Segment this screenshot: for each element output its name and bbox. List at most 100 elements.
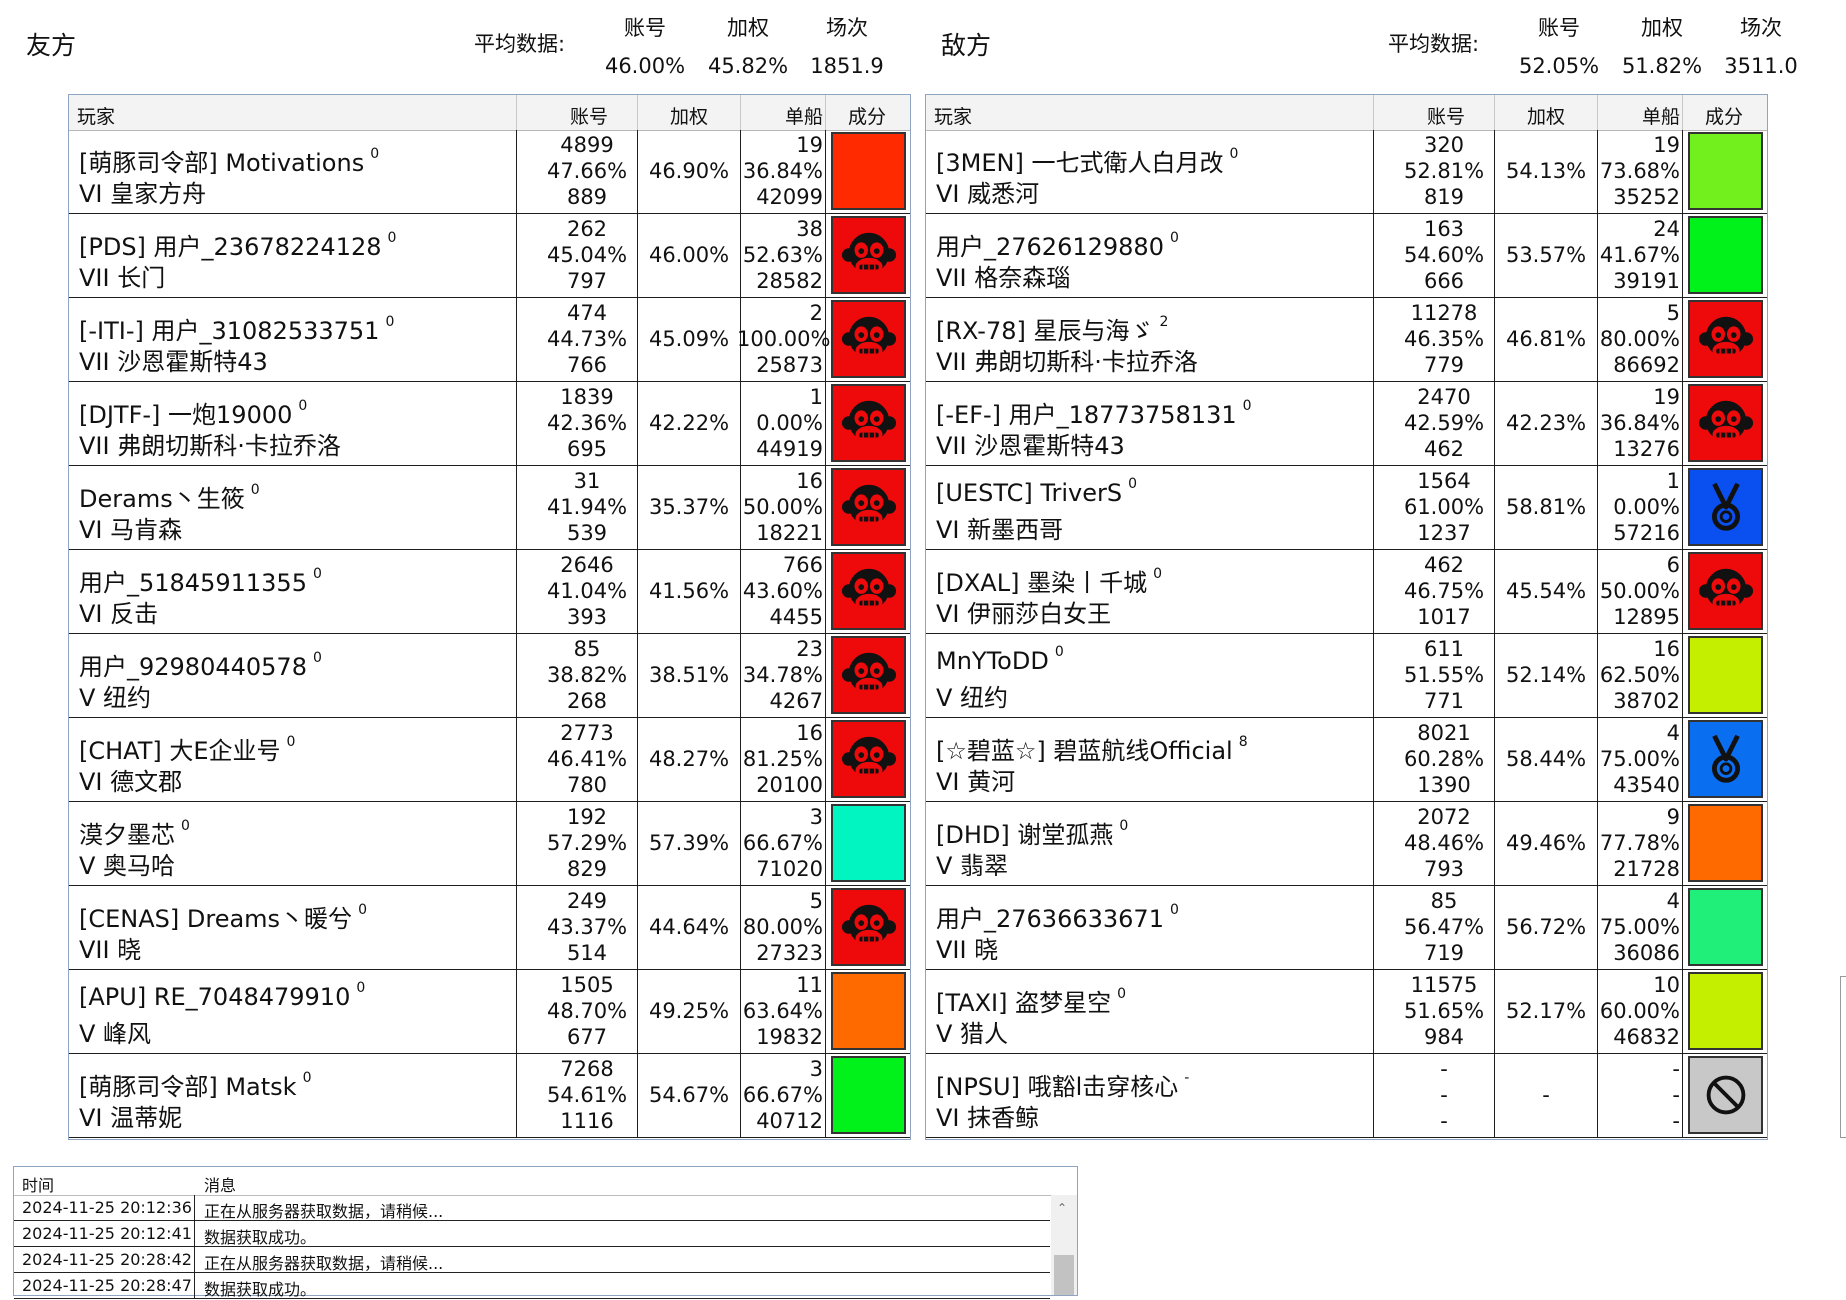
composition-tile[interactable] [1688,552,1763,630]
monkey-icon [840,898,898,956]
player-rank-superscript: - [1184,1070,1190,1086]
single-ship-stats: 10 60.00% 46832 [1594,972,1688,1050]
account-stats: 11278 46.35% 779 [1394,300,1494,378]
table-row[interactable]: [DHD] 谢堂孤燕 0 V 翡翠 2072 48.46% 793 49.46% 9 77.78… [926,802,1767,886]
log-header: 时间 消息 [14,1167,1077,1196]
composition-tile[interactable] [831,384,906,462]
account-stats: 462 46.75% 1017 [1394,552,1494,630]
composition-tile[interactable] [1688,972,1763,1050]
composition-tile[interactable] [831,972,906,1050]
column-header-account[interactable]: 账号 [1401,102,1491,129]
table-row[interactable]: [DJTF-] 一炮19000 0 VII 弗朗切斯科·卡拉乔洛 1839 42.36%… [69,382,910,466]
table-row[interactable]: [PDS] 用户_23678224128 0 VII 长门 262 45.04% 797 4… [69,214,910,298]
table-row[interactable]: 用户_27626129880 0 VII 格奈森瑙 163 54.60% 666 53.57… [926,214,1767,298]
table-row[interactable]: [CENAS] Dreams丶暖兮 0 VII 晓 249 43.37% 514 44.64… [69,886,910,970]
single-ship-stats: --- [1594,1056,1688,1134]
single-ship-avg-damage: 38702 [1613,689,1680,713]
composition-tile[interactable] [831,1056,906,1134]
composition-tile[interactable] [1688,468,1763,546]
composition-tile[interactable] [831,216,906,294]
column-header-weighted[interactable]: 加权 [649,102,729,129]
column-header-account[interactable]: 账号 [544,102,634,129]
single-ship-battles: 4 [1666,721,1680,745]
table-row[interactable]: [萌豚司令部] Matsk 0 VI 温蒂妮 7268 54.61% 1116 54.67%… [69,1054,910,1138]
composition-tile[interactable] [1688,384,1763,462]
composition-tile[interactable] [831,804,906,882]
cell-divider [1494,886,1495,969]
friendly-player-table[interactable]: 玩家 账号 加权 单船 成分 [萌豚司令部] Motivations 0 VI 皇家… [68,94,911,1140]
account-stats: 1564 61.00% 1237 [1394,468,1494,546]
table-row[interactable]: [CHAT] 大E企业号 0 VI 德文郡 2773 46.41% 780 48.27% 16… [69,718,910,802]
log-column-time[interactable]: 时间 [22,1172,54,1196]
enemy-avg-weighted: 51.82% [1621,54,1703,78]
enemy-player-table[interactable]: 玩家 账号 加权 单船 成分 [3MEN] 一七式衛人白月改 0 VI 威悉河 320… [925,94,1768,1140]
player-rank-superscript: 0 [358,902,367,918]
composition-tile[interactable] [831,132,906,210]
composition-tile[interactable] [1688,216,1763,294]
table-row[interactable]: MnYToDD 0 V 纽约 611 51.55% 771 52.14% 16 62.50% 38… [926,634,1767,718]
single-ship-winrate: 36.84% [742,159,823,183]
column-header-weighted[interactable]: 加权 [1506,102,1586,129]
composition-tile[interactable] [1688,636,1763,714]
player-name-text: 用户_27626129880 [936,233,1164,261]
column-header-composition[interactable]: 成分 [1684,102,1764,129]
column-header-player[interactable]: 玩家 [934,102,972,129]
player-name-text: [-EF-] 用户_18773758131 [936,401,1237,429]
log-entry[interactable]: 2024-11-25 20:12:36 正在从服务器获取数据，请稍候... [14,1195,1050,1221]
cell-divider [1494,634,1495,717]
window-edge-handle[interactable] [1840,976,1846,1138]
table-row[interactable]: [3MEN] 一七式衛人白月改 0 VI 威悉河 320 52.81% 819 54.13%… [926,130,1767,214]
cell-divider [194,1221,195,1246]
log-entry[interactable]: 2024-11-25 20:28:42 正在从服务器获取数据，请稍候... [14,1247,1050,1273]
table-row[interactable]: Derams丶生筱 0 VI 马肯森 31 41.94% 539 35.37% 16 50.00… [69,466,910,550]
log-entry[interactable]: 2024-11-25 20:12:41 数据获取成功。 [14,1221,1050,1247]
log-scroll-thumb[interactable] [1054,1255,1074,1295]
account-avg-exp: 677 [566,1025,608,1049]
cell-divider [516,214,517,297]
composition-tile[interactable] [1688,888,1763,966]
cell-divider [1494,1054,1495,1137]
column-header-player[interactable]: 玩家 [77,102,115,129]
composition-tile[interactable] [1688,804,1763,882]
table-row[interactable]: [UESTC] TriverS 0 VI 新墨西哥 1564 61.00% 1237 58.… [926,466,1767,550]
single-ship-winrate: 73.68% [1599,159,1680,183]
composition-tile[interactable] [1688,300,1763,378]
single-ship-avg-damage: 57216 [1613,521,1680,545]
log-entry[interactable]: 2024-11-25 20:28:47 数据获取成功。 [14,1273,1050,1299]
table-row[interactable]: [-EF-] 用户_18773758131 0 VII 沙恩霍斯特43 2470 42.… [926,382,1767,466]
table-row[interactable]: [萌豚司令部] Motivations 0 VI 皇家方舟 4899 47.66% 889… [69,130,910,214]
message-log[interactable]: 时间 消息 2024-11-25 20:12:36 正在从服务器获取数据，请稍候.… [13,1166,1078,1299]
composition-tile[interactable] [831,552,906,630]
table-row[interactable]: 用户_92980440578 0 V 纽约 85 38.82% 268 38.51% 23 34… [69,634,910,718]
composition-tile[interactable] [1688,720,1763,798]
table-row[interactable]: [TAXI] 盗梦星空 0 V 猎人 11575 51.65% 984 52.17% 10 60… [926,970,1767,1054]
composition-tile[interactable] [1688,1056,1763,1134]
table-row[interactable]: 用户_51845911355 0 VI 反击 2646 41.04% 393 41.56% 7… [69,550,910,634]
single-ship-winrate: 77.78% [1599,831,1680,855]
table-row[interactable]: [☆碧蓝☆] 碧蓝航线Official 8 VI 黄河 8021 60.28% 1390 5… [926,718,1767,802]
table-row[interactable]: [NPSU] 哦豁l击穿核心 - VI 抹香鲸 - - - - - - - [926,1054,1767,1138]
cell-divider [1494,718,1495,801]
composition-tile[interactable] [831,300,906,378]
account-avg-exp: 1390 [1417,773,1471,797]
table-row[interactable]: [RX-78] 星辰与海ゞ 2 VII 弗朗切斯科·卡拉乔洛 11278 46.35% 7… [926,298,1767,382]
account-avg-exp: 984 [1423,1025,1465,1049]
table-row[interactable]: 漠夕墨芯 0 V 奥马哈 192 57.29% 829 57.39% 3 66.67% 71020 [69,802,910,886]
composition-tile[interactable] [831,888,906,966]
table-row[interactable]: [APU] RE_7048479910 0 V 峰风 1505 48.70% 677 49.… [69,970,910,1054]
log-column-message[interactable]: 消息 [204,1172,236,1196]
single-ship-battles: - [1672,1057,1680,1081]
composition-tile[interactable] [831,636,906,714]
composition-tile[interactable] [1688,132,1763,210]
single-ship-winrate: 62.50% [1599,663,1680,687]
table-row[interactable]: 用户_27636633671 0 VII 晓 85 56.47% 719 56.72% 4 75… [926,886,1767,970]
composition-tile[interactable] [831,468,906,546]
log-scrollbar[interactable]: ⌃ [1051,1195,1077,1295]
column-header-composition[interactable]: 成分 [827,102,907,129]
composition-tile[interactable] [831,720,906,798]
table-row[interactable]: [DXAL] 墨染丨千城 0 VI 伊丽莎白女王 462 46.75% 1017 45.54… [926,550,1767,634]
chevron-up-icon[interactable]: ⌃ [1057,1201,1067,1215]
account-stats: 474 44.73% 766 [537,300,637,378]
table-row[interactable]: [-ITI-] 用户_31082533751 0 VII 沙恩霍斯特43 474 44.… [69,298,910,382]
single-ship-avg-damage: 40712 [756,1109,823,1133]
